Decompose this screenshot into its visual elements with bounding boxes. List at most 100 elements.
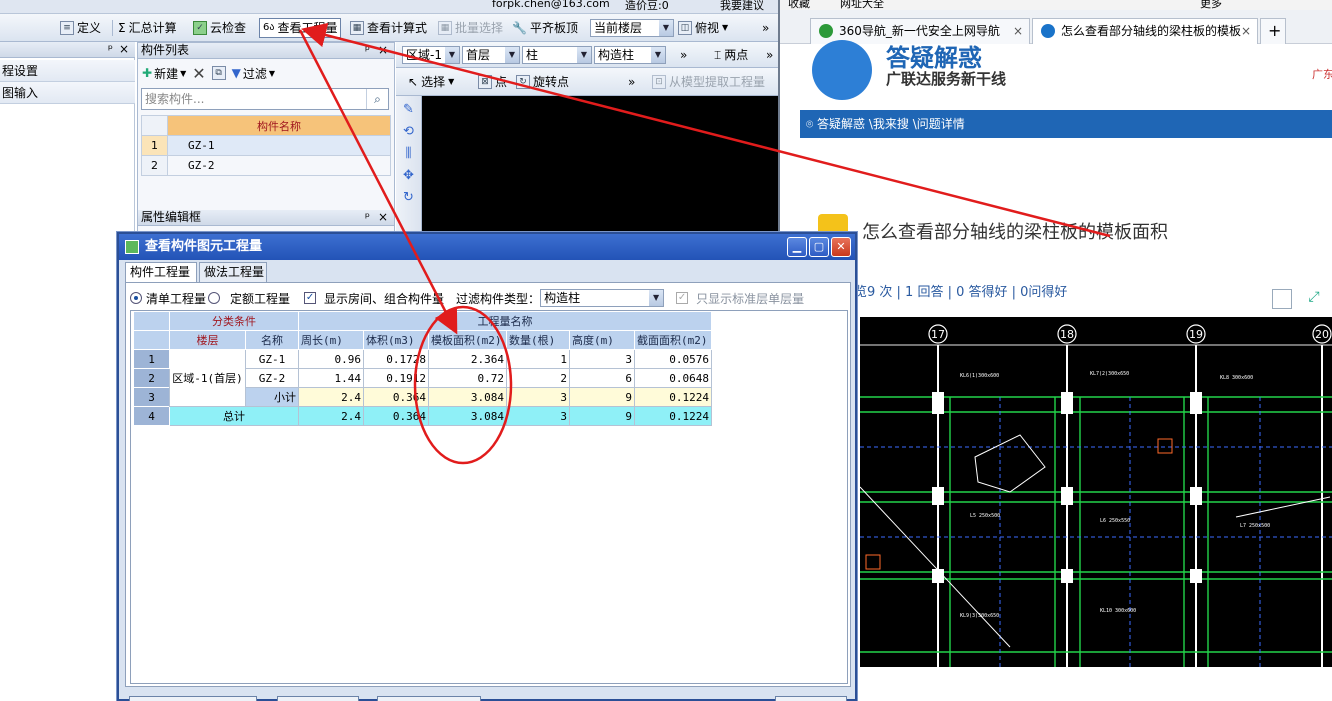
cloud-check-button[interactable]: ✓ 云检查	[193, 19, 246, 37]
dialog-body: 清单工程量 定额工程量 ✓ 显示房间、组合构件量 过滤构件类型： 构造柱 ▼ ✓ …	[125, 282, 851, 687]
svg-text:KL10 300x600: KL10 300x600	[1100, 608, 1136, 614]
nav-item-settings[interactable]: 程设置	[0, 60, 135, 82]
filter-type-select[interactable]: 构造柱 ▼	[540, 289, 665, 307]
cad-drawing: 17 18 19 20 KL6(1)300x600 KL7(2)300x650 …	[860, 324, 1332, 667]
mirror-icon[interactable]: ⫼	[401, 146, 417, 162]
close-icon[interactable]: ×	[1241, 19, 1251, 43]
chevron-down-icon: ▼	[659, 20, 673, 36]
funnel-icon: ▼	[231, 66, 241, 80]
col-formwork-area: 模板面积(m2)	[428, 330, 507, 350]
table-row[interactable]: 2 GZ-2	[141, 155, 391, 176]
rotate-icon: ↻	[516, 75, 530, 89]
pin-icon[interactable]: ᵖ	[108, 42, 113, 57]
dialog-button[interactable]	[377, 696, 481, 701]
top-view-button[interactable]: ◫ 俯视 ▼	[678, 19, 728, 37]
rotate-point-button[interactable]: ↻ 旋转点	[516, 73, 569, 91]
bookmark-page-icon[interactable]	[1272, 289, 1292, 309]
dialog-button[interactable]	[277, 696, 359, 701]
app-icon	[125, 240, 139, 254]
type-select[interactable]: 柱 ▼	[522, 46, 592, 64]
view-formula-button[interactable]: ▦ 查看计算式	[350, 19, 427, 37]
move-icon[interactable]: ✥	[401, 168, 417, 184]
component-name-header: 构件名称	[167, 115, 391, 136]
axis-label: 20	[1315, 328, 1329, 341]
dialog-button[interactable]	[775, 696, 847, 701]
rotate-icon[interactable]: ⟲	[401, 124, 417, 140]
bookmark-item[interactable]: 收藏	[788, 0, 810, 10]
close-button[interactable]: ✕	[831, 237, 851, 257]
bookmark-item[interactable]: 更多	[1200, 0, 1222, 10]
new-icon: ✚	[142, 66, 153, 80]
col-height: 高度(m)	[569, 330, 635, 350]
close-icon[interactable]: ×	[1013, 19, 1023, 43]
dialog-button[interactable]	[129, 696, 257, 701]
dialog-title-bar[interactable]: 查看构件图元工程量 ▁ ▢ ✕	[119, 234, 855, 260]
bill-quantity-radio[interactable]	[130, 292, 142, 304]
site-banner: 答疑解惑 广联达服务新干线 广东	[800, 40, 1332, 110]
view-quantity-button[interactable]: 6ა 查看工程量	[259, 18, 342, 38]
show-room-checkbox[interactable]: ✓	[304, 292, 317, 304]
quantity-dialog: 查看构件图元工程量 ▁ ▢ ✕ 构件工程量 做法工程量 清单工程量 定额工程量 …	[117, 232, 857, 701]
two-points-button[interactable]: ⌶ 两点	[714, 46, 748, 64]
current-floor-select[interactable]: 当前楼层 ▼	[590, 19, 674, 37]
pen-icon[interactable]: ✎	[401, 102, 417, 118]
bookmark-item[interactable]: 网址大全	[840, 0, 884, 10]
tab-question[interactable]: 怎么查看部分轴线的梁柱板的模板 ×	[1032, 18, 1258, 44]
close-icon[interactable]: ×	[119, 42, 129, 57]
quota-quantity-radio[interactable]	[208, 292, 221, 304]
minimize-button[interactable]: ▁	[787, 237, 807, 257]
col-floor: 楼层	[169, 330, 246, 350]
col-section-area: 截面面积(m2)	[634, 330, 712, 350]
pin-icon[interactable]: ᵖ	[365, 43, 370, 58]
component-list-panel: 构件列表 ᵖ × ✚ 新建 ▼ ✕ ⧉ ▼ 过滤 ▼ 搜索构件... ⌕ 构件名称 1 GZ-1…	[137, 42, 395, 232]
only-standard-checkbox[interactable]: ✓	[676, 292, 689, 304]
formula-icon: ▦	[350, 21, 364, 35]
close-icon[interactable]: ×	[378, 43, 388, 58]
svg-text:L7 250x500: L7 250x500	[1240, 523, 1270, 529]
tab-component-quantity[interactable]: 构件工程量	[125, 262, 197, 283]
mascot-icon	[812, 40, 872, 100]
bar-overflow[interactable]: »	[766, 46, 773, 64]
subtype-select[interactable]: 构造柱 ▼	[594, 46, 666, 64]
bookmark-bar: 收藏 网址大全 更多	[780, 0, 1332, 10]
select-button[interactable]: ↖ 选择 ▼	[408, 73, 454, 91]
summary-button[interactable]: Σ 汇总计算	[118, 19, 177, 37]
table-row[interactable]: 1 区域-1(首层) GZ-1 0.96 0.1728 2.364 1 3 0.…	[133, 349, 712, 407]
level-top-button[interactable]: 🔧 平齐板顶	[512, 19, 578, 37]
delete-icon[interactable]: ✕	[192, 64, 205, 83]
user-email[interactable]: forpk.chen@163.com	[492, 0, 610, 10]
define-icon: ≡	[60, 21, 74, 35]
cube-icon: ◫	[678, 21, 692, 35]
quantity-table-frame: 分类条件 工程量名称 楼层 名称 周长(m) 体积(m3) 模板面积(m2) 数…	[130, 310, 848, 684]
toolbar-overflow[interactable]: »	[762, 19, 769, 37]
filter-button[interactable]: ▼ 过滤 ▼	[232, 65, 275, 82]
cad-drawing-image: 17 18 19 20 KL6(1)300x600 KL7(2)300x650 …	[860, 317, 1332, 667]
extract-quantity-button[interactable]: ⊡ 从模型提取工程量	[652, 73, 765, 91]
copy-icon[interactable]: ⧉	[211, 66, 226, 80]
svg-text:L5 250x500: L5 250x500	[970, 513, 1000, 519]
maximize-button[interactable]: ▢	[809, 237, 829, 257]
table-row[interactable]: 1 GZ-1	[141, 135, 391, 156]
col-volume: 体积(m3)	[363, 330, 429, 350]
define-button[interactable]: ≡ 定义	[60, 19, 101, 37]
tab-method-quantity[interactable]: 做法工程量	[199, 262, 267, 282]
new-tab-button[interactable]: +	[1260, 18, 1286, 44]
chevron-down-icon: ▼	[649, 290, 664, 306]
total-row[interactable]: 4 总计 2.4 0.364 3.084 3 9 0.1224	[133, 406, 712, 426]
drawing-canvas[interactable]	[422, 96, 778, 241]
canvas-filter-bar: 区域-1 ▼ 首层 ▼ 柱 ▼ 构造柱 ▼ » ⌶ 两点 »	[396, 42, 778, 68]
batch-select-button[interactable]: ▦ 批量选择	[438, 19, 503, 37]
floor-select[interactable]: 首层 ▼	[462, 46, 520, 64]
close-icon[interactable]: ×	[378, 210, 388, 225]
search-icon[interactable]: ⌕	[366, 89, 388, 109]
region-select[interactable]: 区域-1 ▼	[402, 46, 460, 64]
suggest-link[interactable]: 我要建议	[720, 0, 764, 13]
nav-item-input[interactable]: 图输入	[0, 82, 135, 104]
component-search-input[interactable]: 搜索构件... ⌕	[141, 88, 389, 110]
col-name: 名称	[245, 330, 299, 350]
expand-icon[interactable]: ⤢	[1304, 289, 1324, 309]
new-button[interactable]: ✚ 新建 ▼	[142, 65, 186, 82]
refresh-icon[interactable]: ↻	[401, 190, 417, 206]
point-button[interactable]: ⊠ 点	[478, 73, 507, 91]
pin-icon[interactable]: ᵖ	[365, 210, 370, 225]
